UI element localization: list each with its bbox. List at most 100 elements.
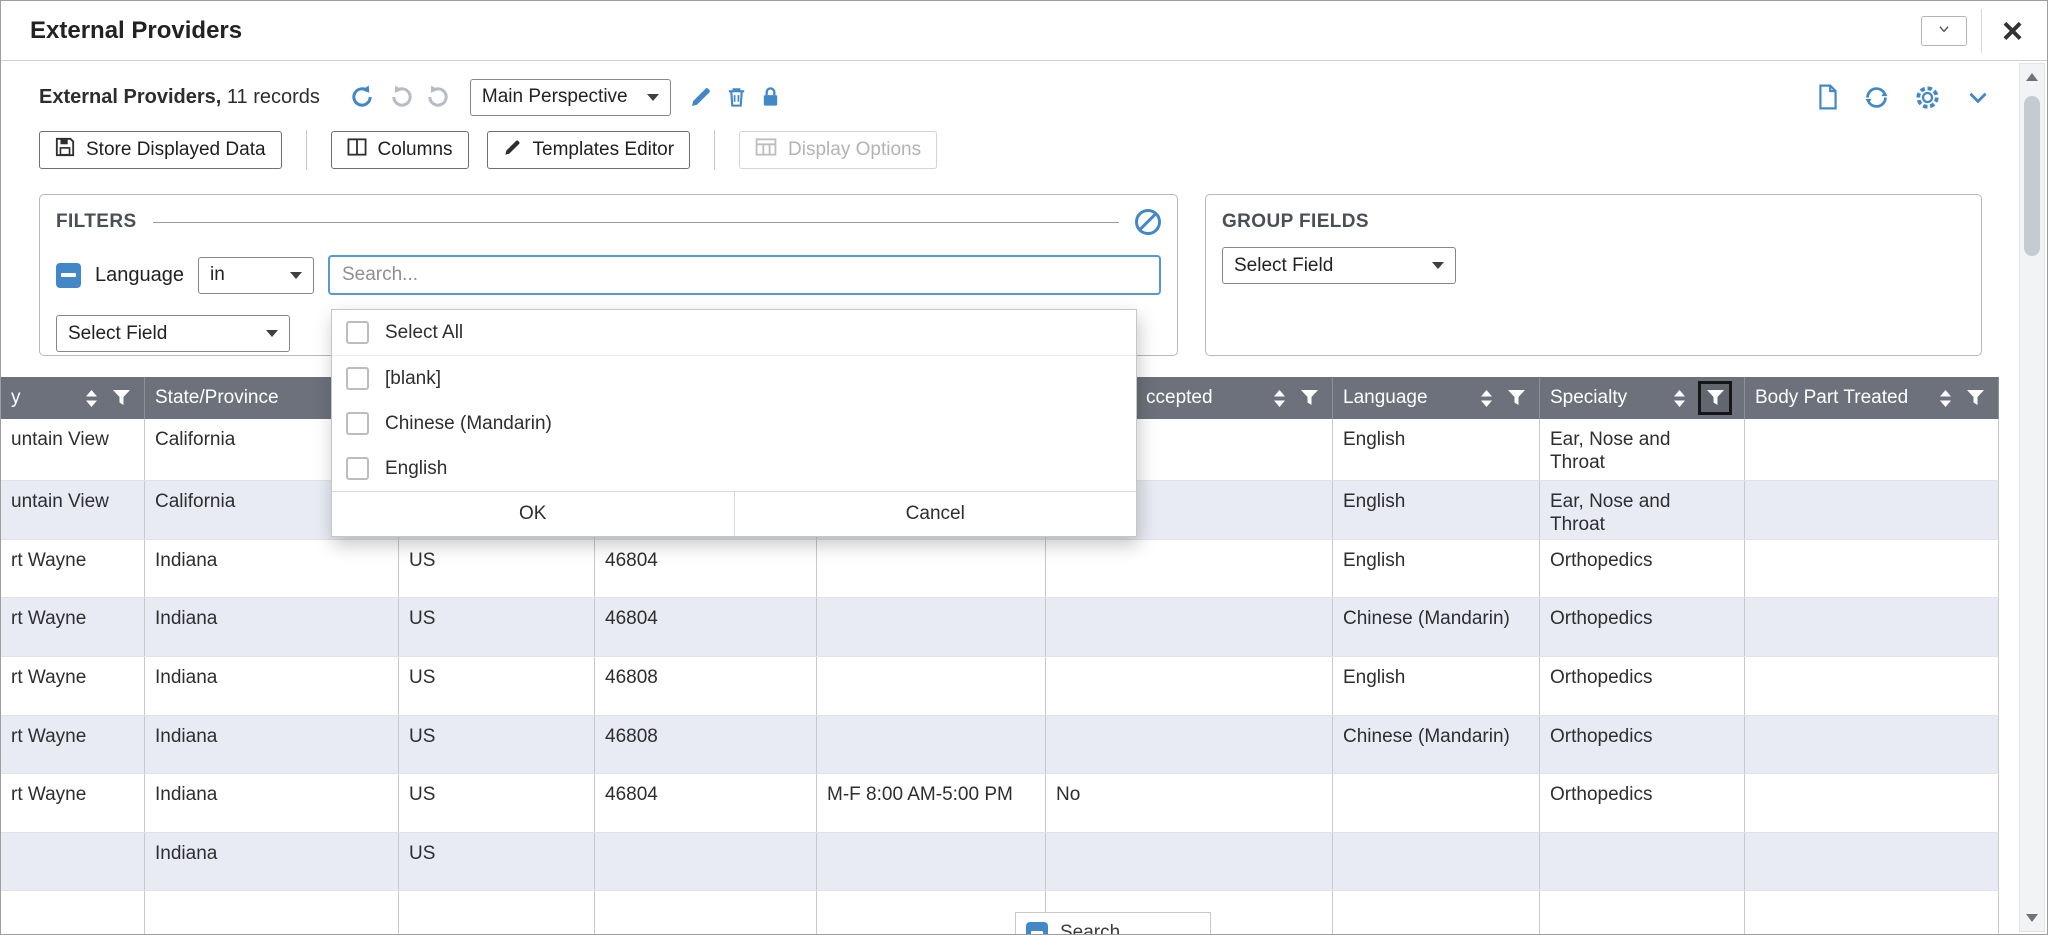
table-row[interactable]: rt WayneIndianaUS46808EnglishOrthopedics [1, 657, 1999, 716]
filter-search-input[interactable] [328, 255, 1161, 295]
cell-text: rt Wayne [11, 666, 134, 689]
cell-text: Indiana [155, 725, 388, 748]
table-cell: rt Wayne [1, 598, 145, 656]
table-row[interactable]: IndianaUS [1, 833, 1999, 891]
table-row[interactable]: rt WayneIndianaUS46808Chinese (Mandarin)… [1, 716, 1999, 774]
column-header-body-part-treated[interactable]: Body Part Treated [1745, 377, 1999, 419]
repeat-icon[interactable] [424, 83, 452, 111]
scrollbar-thumb[interactable] [2024, 96, 2040, 256]
popup-option[interactable]: English [332, 446, 1136, 491]
table-row[interactable]: rt WayneIndianaUS46804EnglishOrthopedics [1, 540, 1999, 598]
filter-row: Language in [56, 255, 1161, 295]
popup-option[interactable]: Select All [332, 310, 1136, 356]
filter-enabled-checkbox[interactable] [56, 263, 81, 288]
cell-text: Ear, Nose and Throat [1550, 490, 1708, 536]
table-cell [817, 833, 1046, 890]
record-summary: External Providers, 11 records [39, 86, 320, 109]
sort-icon[interactable] [1480, 389, 1493, 408]
store-displayed-data-button[interactable]: Store Displayed Data [39, 131, 282, 169]
table-cell [1046, 716, 1333, 773]
table-cell [1333, 833, 1540, 890]
button-label: Store Displayed Data [86, 139, 266, 161]
popup-option[interactable]: [blank] [332, 356, 1136, 401]
scroll-up-button[interactable] [2020, 64, 2044, 90]
scroll-down-button[interactable] [2020, 905, 2044, 931]
cell-text: Orthopedics [1550, 607, 1708, 630]
column-header-language[interactable]: Language [1333, 377, 1540, 419]
column-header-label: State/Province [155, 387, 331, 409]
table-cell: No [1046, 774, 1333, 832]
settings-gear-icon[interactable] [1914, 84, 1941, 111]
collapse-chevron-icon[interactable] [1965, 84, 1991, 110]
filter-funnel-icon[interactable] [1298, 387, 1320, 409]
popup-option[interactable]: Chinese (Mandarin) [332, 401, 1136, 446]
filter-funnel-icon[interactable] [1505, 387, 1527, 409]
table-cell [817, 598, 1046, 656]
cell-text: US [409, 666, 584, 689]
external-providers-dialog: External Providers × External Providers,… [0, 0, 2048, 935]
checkbox-icon[interactable] [346, 321, 369, 344]
add-filter-field-select[interactable]: Select Field [56, 315, 290, 352]
dialog-close-button[interactable]: × [1996, 13, 2029, 49]
sort-icon[interactable] [85, 389, 98, 408]
redo-icon[interactable] [388, 83, 416, 111]
filter-funnel-icon[interactable] [1698, 381, 1732, 415]
table-cell [1745, 833, 1999, 890]
table-row[interactable]: rt WayneIndianaUS46804M-F 8:00 AM-5:00 P… [1, 774, 1999, 833]
table-row[interactable] [1, 891, 1999, 935]
cell-text: US [409, 783, 584, 806]
chevron-down-icon [1432, 262, 1444, 269]
toolbar-separator [306, 130, 307, 170]
cell-text: Indiana [155, 842, 388, 865]
column-header-specialty[interactable]: Specialty [1540, 377, 1745, 419]
cancel-button[interactable]: Cancel [734, 492, 1137, 536]
checkbox-icon[interactable] [346, 367, 369, 390]
new-document-icon[interactable] [1817, 84, 1839, 110]
table-row[interactable]: rt WayneIndianaUS46804Chinese (Mandarin)… [1, 598, 1999, 657]
delete-trash-icon[interactable] [725, 85, 748, 109]
table-cell: US [399, 657, 595, 715]
filter-funnel-icon[interactable] [1964, 387, 1986, 409]
cell-text: US [409, 607, 584, 630]
filter-operator-select[interactable]: in [198, 257, 314, 294]
cell-text: 46804 [605, 783, 806, 806]
ok-button[interactable]: OK [332, 492, 734, 536]
table-cell [1046, 598, 1333, 656]
undo-icon[interactable] [348, 83, 376, 111]
columns-button[interactable]: Columns [331, 131, 469, 169]
table-cell: untain View [1, 419, 145, 480]
cell-text: untain View [11, 428, 134, 451]
column-header-city[interactable]: y [1, 377, 145, 419]
clear-filters-icon[interactable] [1135, 209, 1161, 235]
button-label: Display Options [788, 139, 921, 161]
filter-funnel-icon[interactable] [110, 387, 132, 409]
group-fields-heading: GROUP FIELDS [1222, 211, 1369, 233]
templates-pencil-icon [503, 138, 522, 163]
checkbox-icon[interactable] [346, 412, 369, 435]
refresh-icon[interactable] [1863, 84, 1890, 111]
table-cell [595, 891, 817, 935]
vertical-scrollbar[interactable] [2019, 63, 2045, 932]
table-cell: Ear, Nose and Throat [1540, 419, 1745, 480]
sort-icon[interactable] [1939, 389, 1952, 408]
table-cell: Indiana [145, 540, 399, 597]
group-fields-panel: GROUP FIELDS Select Field [1205, 194, 1982, 356]
filters-header: FILTERS [56, 207, 1161, 237]
toolbar-separator [714, 130, 715, 170]
table-cell: rt Wayne [1, 774, 145, 832]
table-cell [1540, 833, 1745, 890]
display-options-button[interactable]: Display Options [739, 131, 937, 169]
add-group-field-select[interactable]: Select Field [1222, 247, 1456, 284]
templates-editor-button[interactable]: Templates Editor [487, 131, 691, 169]
dialog-dropdown-button[interactable] [1921, 16, 1967, 46]
popup-option-label: Select All [385, 322, 463, 344]
cell-text: Orthopedics [1550, 725, 1708, 748]
checkbox-icon[interactable] [346, 457, 369, 480]
chevron-down-icon [647, 94, 659, 101]
perspective-select[interactable]: Main Perspective [470, 79, 671, 116]
table-cell: Orthopedics [1540, 657, 1745, 715]
edit-pencil-icon[interactable] [689, 85, 713, 109]
sort-icon[interactable] [1273, 389, 1286, 408]
sort-icon[interactable] [1673, 389, 1686, 408]
lock-icon[interactable] [760, 85, 781, 109]
